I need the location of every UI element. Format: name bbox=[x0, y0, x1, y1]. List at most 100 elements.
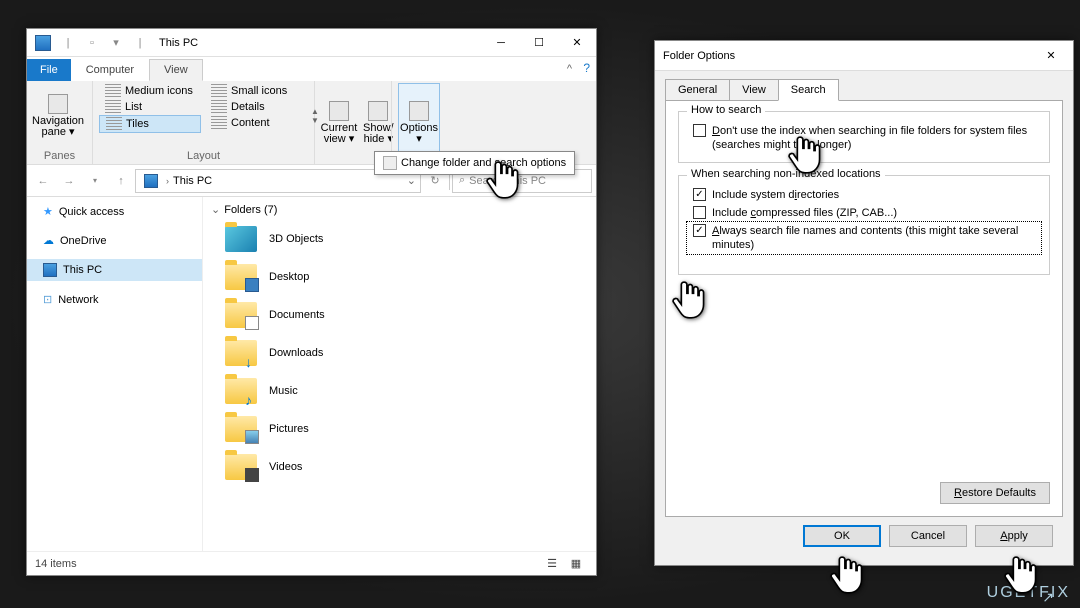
checkbox-always-search[interactable]: ✓ Always search file names and contents … bbox=[687, 222, 1041, 254]
window-controls: ─ ☐ ✕ bbox=[482, 29, 596, 57]
qat-divider: | bbox=[57, 32, 79, 54]
cursor-hand-icon bbox=[1002, 555, 1038, 595]
sidebar-item-network[interactable]: ⊡ Network bbox=[27, 289, 202, 310]
download-overlay-icon bbox=[245, 354, 259, 368]
tab-view[interactable]: View bbox=[729, 79, 779, 101]
folder-desktop[interactable]: Desktop bbox=[211, 258, 588, 296]
ribbon-collapse-icon[interactable]: ^ bbox=[567, 63, 572, 75]
folder-icon bbox=[225, 378, 257, 404]
folder-icon bbox=[225, 416, 257, 442]
checkbox-icon: ✓ bbox=[693, 224, 706, 237]
explorer-window: | ▫ ▾ | This PC ─ ☐ ✕ File Home Computer… bbox=[26, 28, 597, 576]
folder-icon bbox=[225, 264, 257, 290]
explorer-titlebar[interactable]: | ▫ ▾ | This PC ─ ☐ ✕ bbox=[27, 29, 596, 57]
layout-list[interactable]: List bbox=[99, 99, 201, 115]
tab-search[interactable]: Search bbox=[778, 79, 839, 101]
window-title: This PC bbox=[155, 37, 482, 49]
layout-content[interactable]: Content bbox=[205, 115, 307, 131]
group-non-indexed: When searching non-indexed locations ✓ I… bbox=[678, 175, 1050, 275]
checkbox-dont-use-index[interactable]: Don't use the index when searching in fi… bbox=[687, 122, 1041, 154]
checkbox-compressed-files[interactable]: Include compressed files (ZIP, CAB...) bbox=[687, 204, 1041, 222]
cancel-button[interactable]: Cancel bbox=[889, 525, 967, 547]
dialog-close-button[interactable]: ✕ bbox=[1037, 49, 1065, 62]
tab-computer[interactable]: Computer bbox=[71, 59, 149, 81]
sidebar-item-quick-access[interactable]: ★ Quick access bbox=[27, 201, 202, 222]
layout-icon bbox=[106, 117, 122, 131]
folder-documents[interactable]: Documents bbox=[211, 296, 588, 334]
help-icon[interactable]: ? bbox=[583, 61, 590, 75]
desktop-overlay-icon bbox=[245, 278, 259, 292]
checkbox-system-directories[interactable]: ✓ Include system directories bbox=[687, 186, 1041, 204]
folders-group-header[interactable]: ⌄ Folders (7) bbox=[211, 203, 588, 220]
folder-list: 3D Objects Desktop Documents Downloads M… bbox=[211, 220, 588, 486]
current-view-icon bbox=[329, 101, 349, 121]
ribbon-group-panes: Navigationpane ▾ Panes bbox=[27, 81, 93, 164]
ok-button[interactable]: OK bbox=[803, 525, 881, 547]
close-button[interactable]: ✕ bbox=[558, 29, 596, 57]
checkbox-icon bbox=[693, 206, 706, 219]
tab-file[interactable]: File bbox=[27, 59, 71, 81]
this-pc-icon bbox=[35, 35, 51, 51]
sidebar-item-this-pc[interactable]: This PC bbox=[27, 259, 202, 281]
options-label: Options▾ bbox=[400, 123, 438, 145]
watermark-arrow-icon: ↗ bbox=[1042, 589, 1054, 606]
folder-3d-objects[interactable]: 3D Objects bbox=[211, 220, 588, 258]
dialog-titlebar[interactable]: Folder Options ✕ bbox=[655, 41, 1073, 71]
group-title: How to search bbox=[687, 104, 765, 116]
checkbox-label: Don't use the index when searching in fi… bbox=[712, 124, 1035, 152]
search-icon: ⌕ bbox=[459, 174, 465, 187]
layout-icon bbox=[105, 100, 121, 114]
explorer-body: ★ Quick access ☁ OneDrive This PC ⊡ Netw… bbox=[27, 197, 596, 551]
folder-icon bbox=[225, 340, 257, 366]
layout-tiles[interactable]: Tiles bbox=[99, 115, 201, 133]
view-tiles-button[interactable]: ▦ bbox=[564, 555, 588, 573]
layout-small-icons[interactable]: Small icons bbox=[205, 83, 307, 99]
tooltip-icon bbox=[383, 156, 397, 170]
document-overlay-icon bbox=[245, 316, 259, 330]
sidebar-item-onedrive[interactable]: ☁ OneDrive bbox=[27, 230, 202, 251]
navigation-pane-icon bbox=[48, 94, 68, 114]
apply-button[interactable]: Apply bbox=[975, 525, 1053, 547]
cursor-hand-icon bbox=[828, 555, 864, 595]
panes-group-label: Panes bbox=[33, 149, 86, 162]
back-button[interactable]: ← bbox=[31, 169, 55, 193]
maximize-button[interactable]: ☐ bbox=[520, 29, 558, 57]
path-dropdown-icon[interactable]: ⌄ bbox=[407, 174, 416, 187]
folder-options-dialog: Folder Options ✕ General View Search How… bbox=[654, 40, 1074, 566]
view-details-button[interactable]: ☰ bbox=[540, 555, 564, 573]
group-how-to-search: How to search Don't use the index when s… bbox=[678, 111, 1050, 163]
folder-videos[interactable]: Videos bbox=[211, 448, 588, 486]
checkbox-label: Include compressed files (ZIP, CAB...) bbox=[712, 206, 1035, 220]
layout-medium-icons[interactable]: Medium icons bbox=[99, 83, 201, 99]
minimize-button[interactable]: ─ bbox=[482, 29, 520, 57]
folder-pictures[interactable]: Pictures bbox=[211, 410, 588, 448]
ribbon: Navigationpane ▾ Panes Medium icons List… bbox=[27, 81, 596, 165]
path-pc-icon bbox=[144, 174, 158, 188]
history-dropdown-icon[interactable]: ▾ bbox=[83, 169, 107, 193]
qat-divider: | bbox=[129, 32, 151, 54]
layout-icon bbox=[211, 84, 227, 98]
checkbox-label: Include system directories bbox=[712, 188, 1035, 202]
dialog-body: General View Search How to search Don't … bbox=[655, 71, 1073, 555]
navigation-pane-button[interactable]: Navigationpane ▾ bbox=[33, 83, 83, 149]
restore-defaults-button[interactable]: Restore Defaults bbox=[940, 482, 1050, 504]
show-hide-label: Show/hide ▾ bbox=[363, 123, 394, 145]
tab-view[interactable]: View bbox=[149, 59, 203, 81]
folder-music[interactable]: Music bbox=[211, 372, 588, 410]
up-button[interactable]: ↑ bbox=[109, 169, 133, 193]
path-chevron-icon[interactable]: › bbox=[166, 176, 169, 186]
qat-item[interactable]: ▫ bbox=[81, 32, 103, 54]
checkbox-icon bbox=[693, 124, 706, 137]
qat-dropdown-icon[interactable]: ▾ bbox=[105, 32, 127, 54]
tab-general[interactable]: General bbox=[665, 79, 730, 101]
folder-icon bbox=[225, 454, 257, 480]
pc-icon bbox=[43, 263, 57, 277]
layout-details[interactable]: Details bbox=[205, 99, 307, 115]
picture-overlay-icon bbox=[245, 430, 259, 444]
layout-icon bbox=[211, 100, 227, 114]
navigation-pane-label: Navigationpane ▾ bbox=[32, 116, 84, 138]
forward-button[interactable]: → bbox=[57, 169, 81, 193]
folder-downloads[interactable]: Downloads bbox=[211, 334, 588, 372]
network-icon: ⊡ bbox=[43, 293, 52, 306]
current-view-button[interactable]: Currentview ▾ bbox=[321, 83, 357, 162]
